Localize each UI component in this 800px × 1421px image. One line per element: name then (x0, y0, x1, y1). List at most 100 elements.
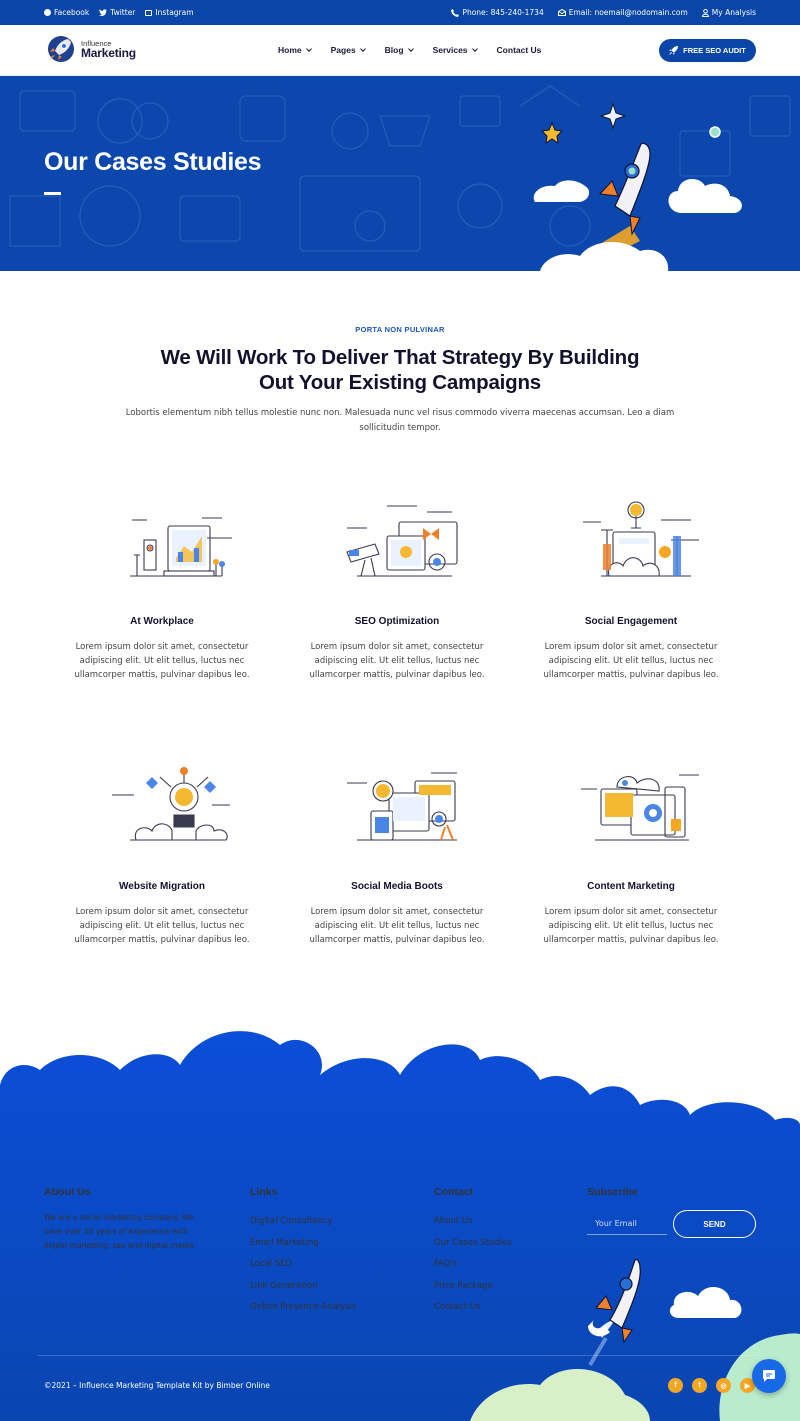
chevron-down-icon (471, 45, 478, 52)
service-title: SEO Optimization (354, 616, 440, 627)
rocket-logo-icon (48, 36, 74, 62)
footer-links-list: Digital Consultancy Email Marketing Loca… (250, 1216, 356, 1315)
footer-subscribe-title: Subscribe (587, 1186, 638, 1198)
service-card-workplace: At Workplace Lorem ipsum dolor sit amet,… (62, 500, 262, 690)
twitter-label: Twitter (110, 8, 136, 17)
headline-line-2: Out Your Existing Campaigns (258, 371, 542, 394)
email-text: Email: noemail@nodomain.com (568, 8, 688, 17)
service-title: Social Engagement (584, 616, 678, 627)
chat-widget-button[interactable] (752, 1359, 786, 1393)
footer-about-title: About Us (44, 1186, 91, 1198)
nav-item-home[interactable]: Home (278, 45, 312, 55)
nav-item-blog[interactable]: Blog (384, 45, 414, 55)
service-title: Social Media Boots (351, 881, 443, 892)
service-card-content: Content Marketing Lorem ipsum dolor sit … (531, 765, 731, 955)
instagram-icon (145, 9, 153, 16)
headline-line-1: We Will Work To Deliver That Strategy By… (160, 346, 640, 369)
footer-link[interactable]: Digital Consultancy (250, 1216, 356, 1229)
user-icon (701, 8, 709, 17)
chevron-down-icon (359, 45, 366, 52)
twitter-icon (99, 9, 108, 16)
footer-link[interactable]: Online Presence Analysis (250, 1302, 356, 1315)
footer-link[interactable]: FAQ's (434, 1259, 512, 1272)
section-headline: We Will Work To Deliver That Strategy By… (100, 345, 700, 395)
phone-text: Phone: 845-240-1734 (462, 8, 544, 17)
top-bar: Facebook Twitter Instagram Phone: 845-24… (0, 0, 800, 25)
envelope-icon (557, 9, 566, 16)
service-card-seo: SEO Optimization Lorem ipsum dolor sit a… (297, 500, 497, 690)
section-eyebrow: PORTA NON PULVINAR (355, 325, 445, 334)
facebook-icon[interactable]: f (668, 1378, 683, 1393)
nav-services-label: Services (432, 45, 468, 55)
service-title: Website Migration (119, 881, 205, 892)
footer-link[interactable]: About Us (434, 1216, 512, 1229)
phone-info[interactable]: Phone: 845-240-1734 (451, 8, 544, 17)
footer-link[interactable]: Email Marketing (250, 1238, 356, 1251)
nav-home-label: Home (278, 45, 302, 55)
subscribe-email-input[interactable] (587, 1212, 667, 1235)
chevron-down-icon (305, 45, 312, 52)
facebook-link[interactable]: Facebook (44, 8, 89, 17)
rocket-icon (669, 46, 679, 55)
section-intro-text: Lobortis elementum nibh tellus molestie … (125, 408, 675, 433)
social-media-illustration (347, 772, 457, 841)
engagement-illustration (583, 501, 699, 577)
twitter-icon[interactable]: t (692, 1378, 707, 1393)
content-illustration (581, 774, 699, 841)
service-card-migration: Website Migration Lorem ipsum dolor sit … (62, 765, 262, 955)
chat-bubble-icon (763, 1370, 775, 1382)
my-analysis-label: My Analysis (711, 8, 756, 17)
main-nav: Home Pages Blog Services Contact Us (278, 45, 541, 55)
footer-link[interactable]: Our Cases Studies (434, 1238, 512, 1251)
service-card-engagement: Social Engagement Lorem ipsum dolor sit … (531, 500, 731, 690)
topbar-contact: Phone: 845-240-1734 Email: noemail@nodom… (451, 8, 756, 17)
instagram-link[interactable]: Instagram (145, 8, 194, 17)
footer-contact-title: Contact (434, 1186, 474, 1198)
service-description: Lorem ipsum dolor sit amet, consectetur … (543, 642, 719, 680)
free-seo-audit-button[interactable]: FREE SEO AUDIT (659, 39, 756, 62)
footer-links-title: Links (250, 1186, 278, 1198)
service-description: Lorem ipsum dolor sit amet, consectetur … (309, 907, 485, 945)
service-description: Lorem ipsum dolor sit amet, consectetur … (309, 642, 485, 680)
phone-icon (451, 8, 460, 17)
instagram-icon[interactable]: ◎ (716, 1378, 731, 1393)
subscribe-send-button[interactable]: SEND (673, 1210, 756, 1238)
hero-rocket-illustration (533, 102, 742, 271)
footer-link[interactable]: Local SEO (250, 1259, 356, 1272)
footer-link[interactable]: Contact Us (434, 1302, 512, 1315)
service-title: At Workplace (130, 616, 194, 627)
service-card-social-media: Social Media Boots Lorem ipsum dolor sit… (297, 765, 497, 955)
footer-link[interactable]: Price Package (434, 1281, 512, 1294)
site-header: Influence Marketing Home Pages Blog Serv… (0, 25, 800, 76)
star-icon (540, 121, 564, 145)
footer-about-text: We are a social marketing company. We ha… (44, 1213, 197, 1250)
service-title: Content Marketing (587, 881, 675, 892)
cta-label: FREE SEO AUDIT (683, 46, 746, 55)
twitter-link[interactable]: Twitter (99, 8, 135, 17)
topbar-social-links: Facebook Twitter Instagram (44, 8, 194, 17)
migration-illustration (112, 767, 230, 841)
nav-item-services[interactable]: Services (432, 45, 478, 55)
footer-divider (38, 1355, 762, 1356)
facebook-label: Facebook (54, 8, 90, 17)
nav-contact-label: Contact Us (496, 45, 542, 55)
seo-illustration (346, 505, 458, 577)
service-description: Lorem ipsum dolor sit amet, consectetur … (74, 642, 250, 680)
nav-item-pages[interactable]: Pages (330, 45, 366, 55)
workplace-illustration (130, 517, 232, 577)
facebook-icon (44, 9, 51, 16)
service-description: Lorem ipsum dolor sit amet, consectetur … (74, 907, 250, 945)
footer-copyright: ©2021 – Influence Marketing Template Kit… (44, 1381, 270, 1390)
site-logo[interactable]: Influence Marketing (44, 33, 136, 66)
email-info[interactable]: Email: noemail@nodomain.com (557, 8, 688, 17)
page-hero: Our Cases Studies (0, 76, 800, 271)
my-analysis-link[interactable]: My Analysis (701, 8, 756, 17)
chevron-down-icon (407, 45, 414, 52)
nav-blog-label: Blog (384, 45, 404, 55)
nav-item-contact[interactable]: Contact Us (497, 45, 542, 55)
nav-pages-label: Pages (330, 45, 356, 55)
instagram-label: Instagram (155, 8, 194, 17)
footer-link[interactable]: Link Generation (250, 1281, 356, 1294)
service-description: Lorem ipsum dolor sit amet, consectetur … (543, 907, 719, 945)
logo-text-big: Marketing (81, 46, 136, 61)
